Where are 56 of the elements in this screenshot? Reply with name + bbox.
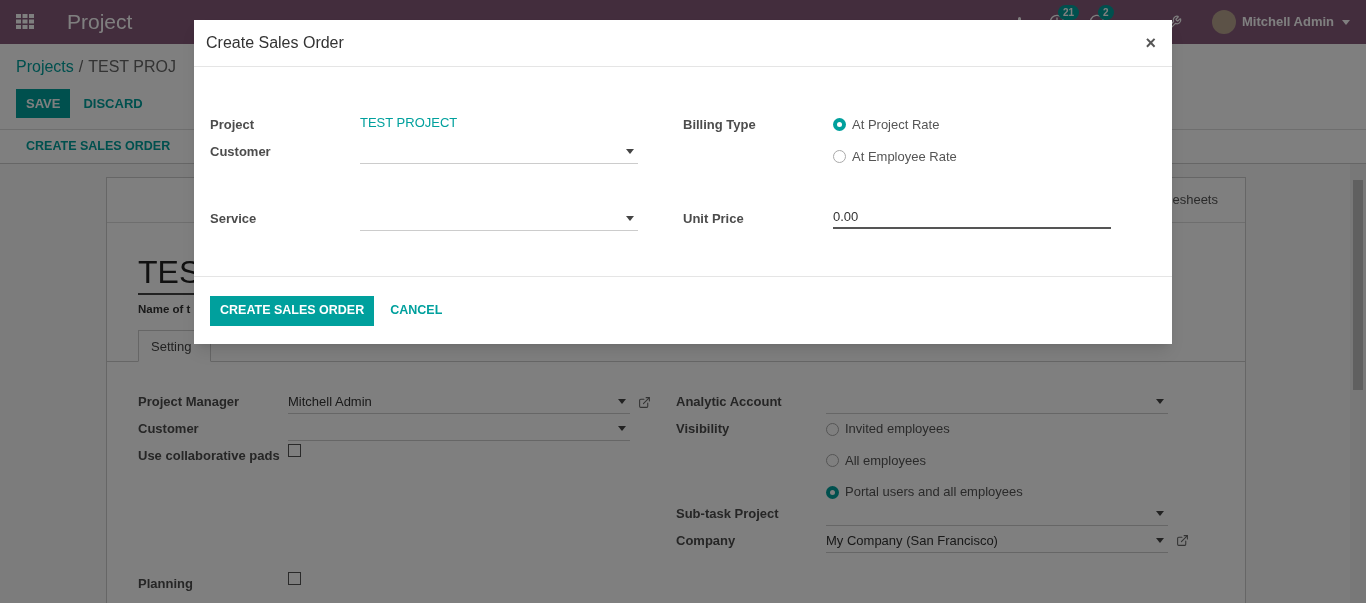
checkbox[interactable] [288,444,301,458]
caret-icon [1342,19,1350,25]
field-label: Company [676,531,737,550]
dialog-button[interactable]: CREATE SALES ORDER [210,295,375,326]
caret-icon [1156,399,1164,405]
radio-button[interactable] [826,485,839,499]
radio-button[interactable] [833,149,846,163]
header-button[interactable]: CREATE SALES ORDER [16,137,181,156]
avatar[interactable] [1212,10,1237,34]
breadcrumb-separator: / [78,57,84,77]
app-title: Project [67,9,133,36]
name-label: Name of t [138,302,191,317]
caret-icon [626,149,634,154]
field-label: Billing Type [683,116,757,134]
apps-icon[interactable] [16,14,34,30]
notification-badge: 21 [1058,5,1080,20]
close-button[interactable]: × [1141,29,1160,57]
notification-badge: 2 [1098,5,1114,20]
field-label: Analytic Account [676,393,783,412]
external-link-icon[interactable] [1176,534,1189,548]
action-button[interactable]: DISCARD [72,89,154,118]
select-field[interactable]: My Company (San Francisco) [826,528,1168,553]
dialog-title: Create Sales Order [206,33,344,53]
dialog-button[interactable]: CANCEL [380,295,453,326]
radio-button[interactable] [833,118,846,132]
field-label: Customer [138,420,200,439]
action-button[interactable]: SAVE [16,89,71,118]
caret-icon [618,426,626,432]
caret-icon [626,216,634,221]
caret-icon [618,399,626,405]
field-label: Planning [138,574,194,593]
radio-label: All employees [845,451,926,470]
caret-icon [1156,510,1164,516]
caret-icon [1156,537,1164,543]
external-link-icon[interactable] [638,395,651,409]
radio-label: Portal users and all employees [845,483,1023,502]
radio-label: At Employee Rate [852,147,957,166]
field-label: Visibility [676,420,731,439]
breadcrumb-link[interactable]: Projects [16,55,74,79]
radio-label: At Project Rate [852,116,940,134]
field-label: Customer [210,143,272,161]
radio-button[interactable] [826,422,839,436]
checkbox[interactable] [288,571,301,585]
select-field[interactable]: Mitchell Admin [288,390,630,415]
radio-label: Invited employees [845,420,950,439]
radio-button[interactable] [826,454,839,467]
field-label: Service [210,210,258,228]
input-field[interactable]: 0.00 [833,207,1111,229]
project-link[interactable]: TEST PROJECT [360,113,458,133]
field-label: Sub-task Project [676,504,780,523]
user-menu[interactable]: Mitchell Admin [1242,12,1350,32]
field-label: Use collaborative pads [138,447,281,466]
field-label: Project Manager [138,393,241,412]
field-label: Unit Price [683,210,745,228]
breadcrumb-current: TEST PROJ [88,57,176,77]
field-label: Project [210,116,256,134]
